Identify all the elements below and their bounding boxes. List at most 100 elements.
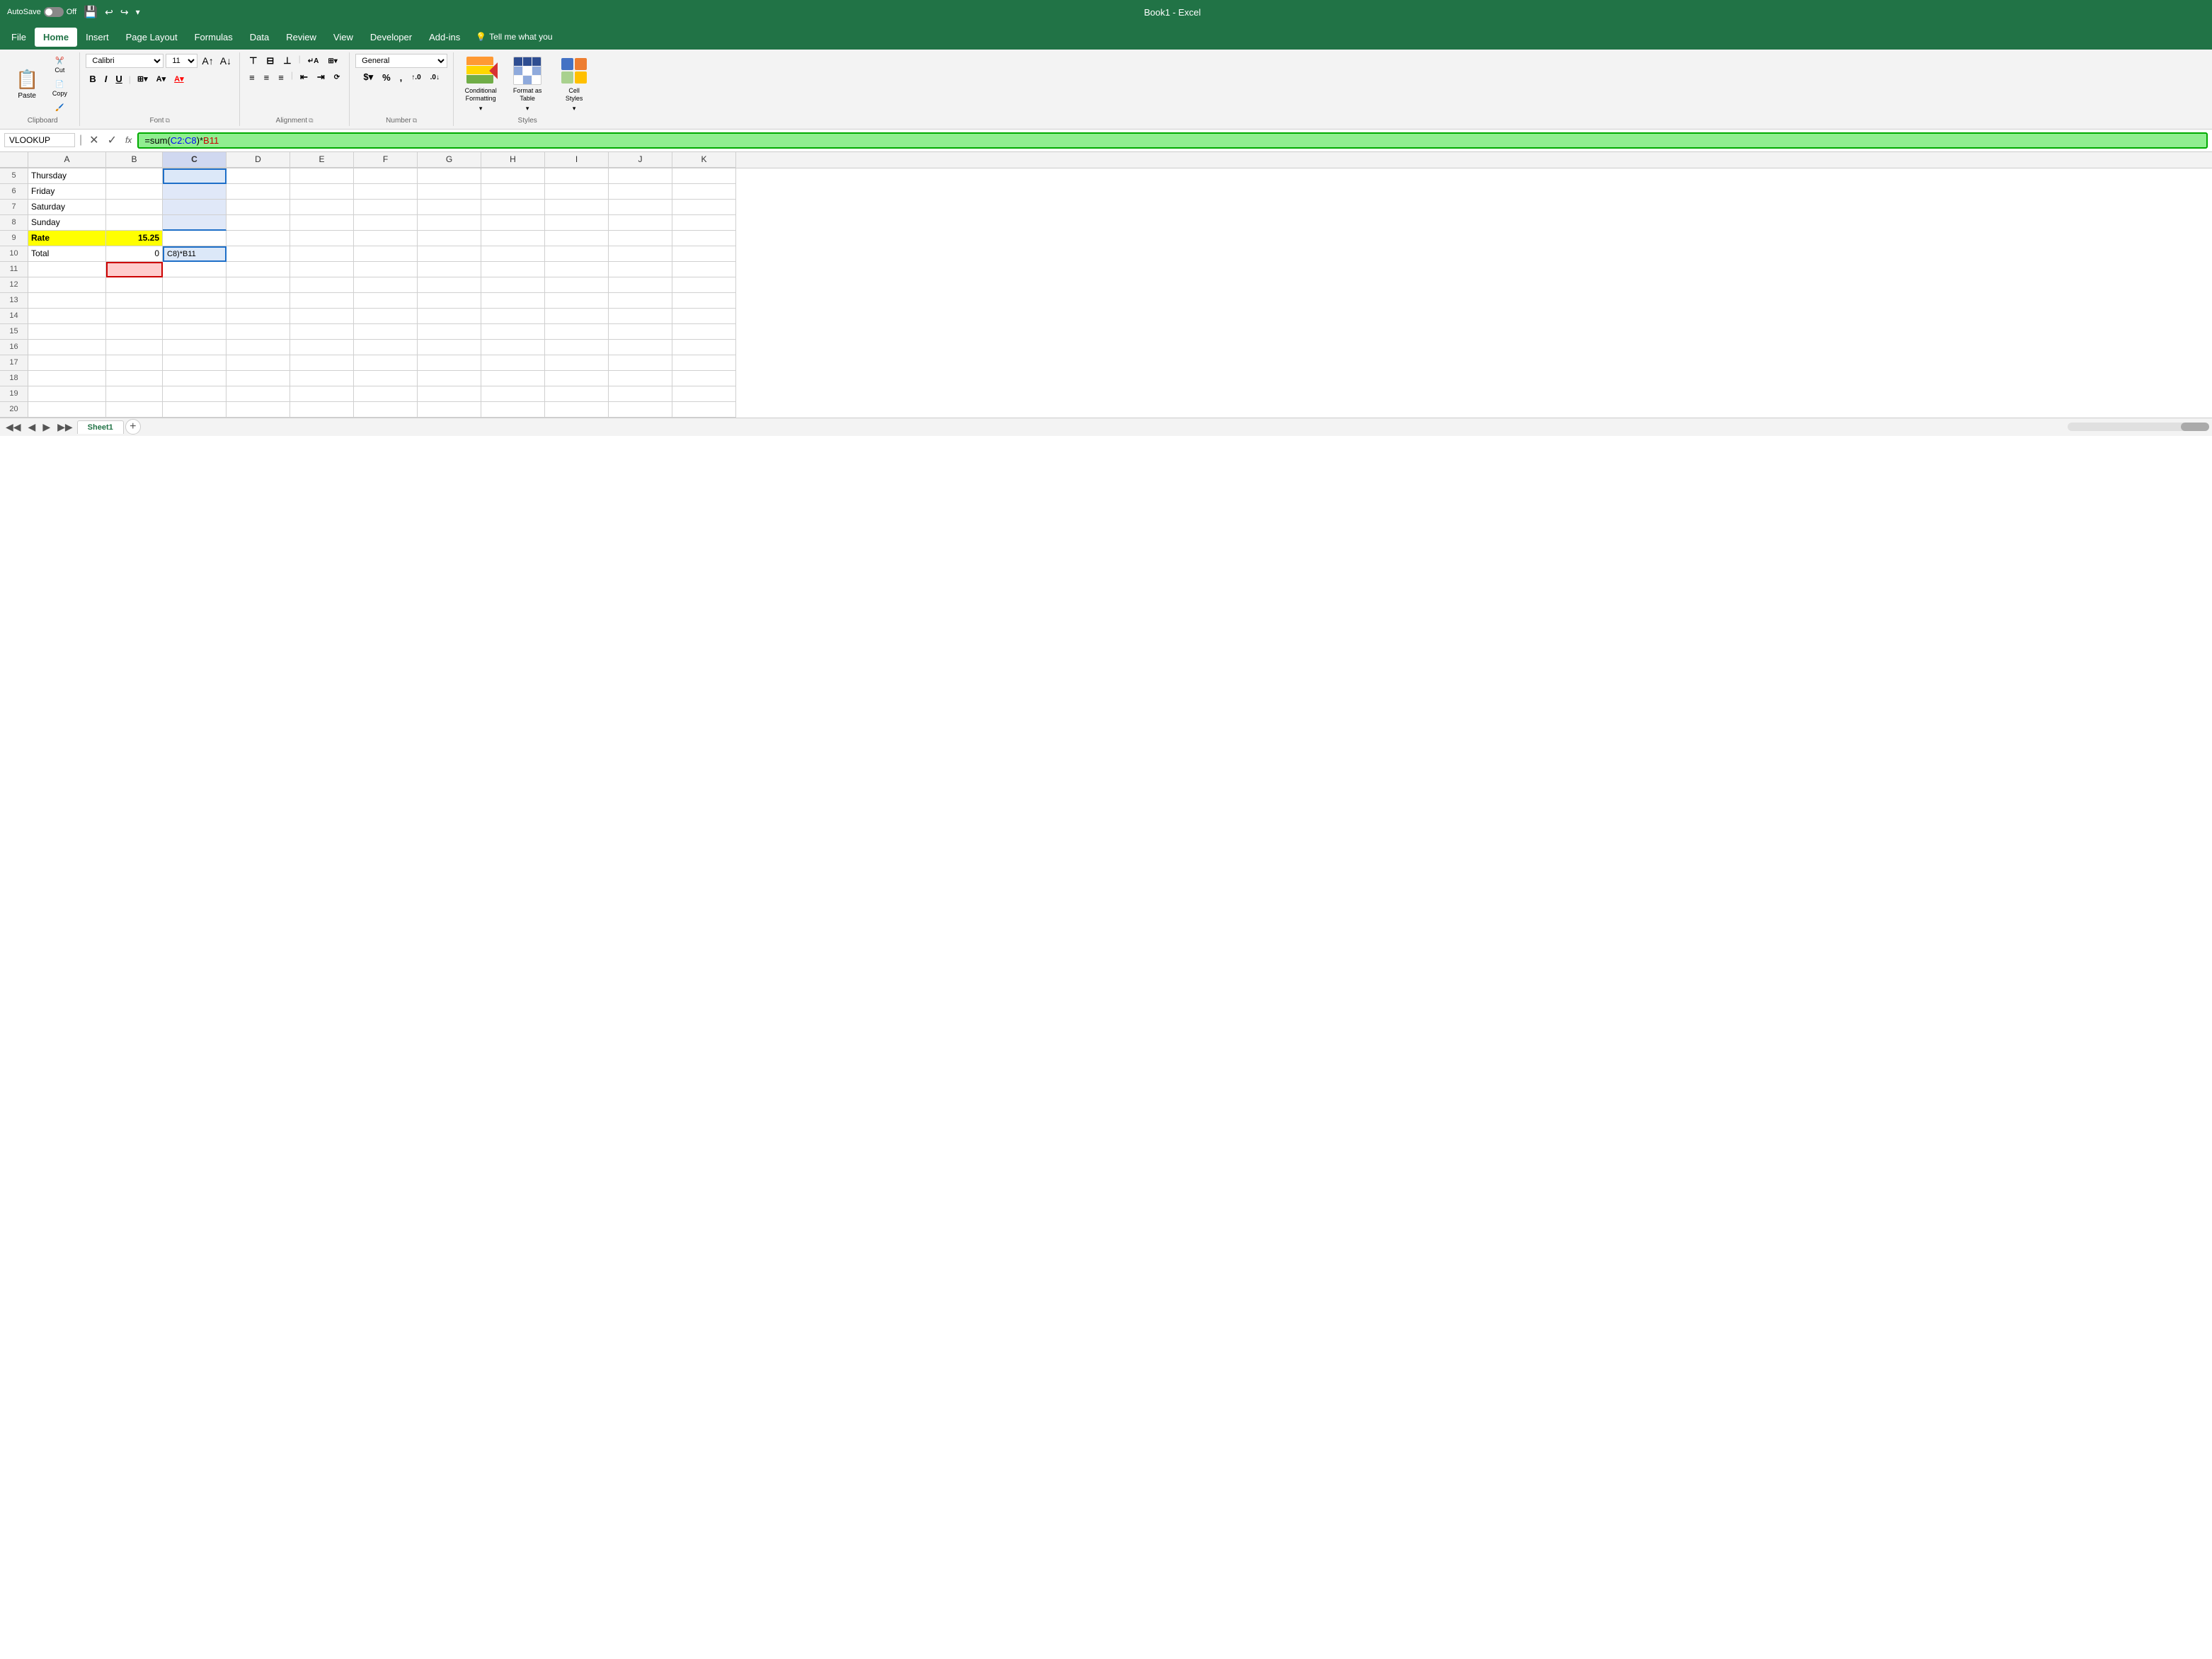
cell-g7[interactable] xyxy=(418,200,481,215)
cell-b11[interactable] xyxy=(106,262,163,277)
cell-h6[interactable] xyxy=(481,184,545,200)
row-num-16[interactable]: 16 xyxy=(0,340,28,355)
cell-i10[interactable] xyxy=(545,246,609,262)
cell-c11[interactable] xyxy=(163,262,227,277)
cell-k10[interactable] xyxy=(672,246,736,262)
cell-h9[interactable] xyxy=(481,231,545,246)
cell-g10[interactable] xyxy=(418,246,481,262)
col-header-d[interactable]: D xyxy=(227,152,290,168)
row-num-17[interactable]: 17 xyxy=(0,355,28,371)
cell-j10[interactable] xyxy=(609,246,672,262)
cell-d7[interactable] xyxy=(227,200,290,215)
row-num-10[interactable]: 10 xyxy=(0,246,28,262)
cell-styles-button[interactable]: CellStyles ▾ xyxy=(553,54,595,115)
cell-d10[interactable] xyxy=(227,246,290,262)
cell-e9[interactable] xyxy=(290,231,354,246)
cell-i8[interactable] xyxy=(545,215,609,231)
cell-f9[interactable] xyxy=(354,231,418,246)
row-num-6[interactable]: 6 xyxy=(0,184,28,200)
col-header-f[interactable]: F xyxy=(354,152,418,168)
cell-a9[interactable]: Rate xyxy=(28,231,106,246)
cell-g6[interactable] xyxy=(418,184,481,200)
merge-center-button[interactable]: ⊞▾ xyxy=(324,54,340,68)
cancel-button[interactable]: ✕ xyxy=(86,133,101,147)
row-num-9[interactable]: 9 xyxy=(0,231,28,246)
cell-a11[interactable] xyxy=(28,262,106,277)
row-num-19[interactable]: 19 xyxy=(0,386,28,402)
cell-k5[interactable] xyxy=(672,168,736,184)
number-format-select[interactable]: General xyxy=(355,54,447,68)
align-center-button[interactable]: ≡ xyxy=(260,70,273,84)
menu-formulas[interactable]: Formulas xyxy=(186,28,241,47)
font-size-select[interactable]: 11 xyxy=(166,54,197,68)
cell-b7[interactable] xyxy=(106,200,163,215)
cell-b9[interactable]: 15.25 xyxy=(106,231,163,246)
comma-button[interactable]: , xyxy=(396,70,406,84)
align-bottom-button[interactable]: ⊥ xyxy=(280,54,294,68)
row-num-5[interactable]: 5 xyxy=(0,168,28,184)
cell-b10[interactable]: 0 xyxy=(106,246,163,262)
cell-b8[interactable] xyxy=(106,215,163,231)
row-num-8[interactable]: 8 xyxy=(0,215,28,231)
customize-icon[interactable]: ▾ xyxy=(136,7,140,17)
cell-h8[interactable] xyxy=(481,215,545,231)
cell-g5[interactable] xyxy=(418,168,481,184)
cell-i7[interactable] xyxy=(545,200,609,215)
cell-d9[interactable] xyxy=(227,231,290,246)
col-header-h[interactable]: H xyxy=(481,152,545,168)
cell-h5[interactable] xyxy=(481,168,545,184)
cell-c7[interactable] xyxy=(163,200,227,215)
undo-icon[interactable]: ↩ xyxy=(105,6,113,18)
currency-button[interactable]: $▾ xyxy=(360,70,377,84)
sheet-nav-prev[interactable]: ◀ xyxy=(25,420,39,435)
cell-c10[interactable]: C8)*B11 xyxy=(163,246,227,262)
cell-f6[interactable] xyxy=(354,184,418,200)
border-button[interactable]: ⊞▾ xyxy=(134,73,151,85)
cell-e5[interactable] xyxy=(290,168,354,184)
col-header-c[interactable]: C xyxy=(163,152,227,168)
col-header-g[interactable]: G xyxy=(418,152,481,168)
sheet-nav-last[interactable]: ▶▶ xyxy=(55,420,76,435)
cell-i11[interactable] xyxy=(545,262,609,277)
autosave-control[interactable]: AutoSave Off xyxy=(7,7,76,17)
cell-styles-dropdown[interactable]: ▾ xyxy=(573,105,576,113)
cell-f11[interactable] xyxy=(354,262,418,277)
cell-i6[interactable] xyxy=(545,184,609,200)
cell-f5[interactable] xyxy=(354,168,418,184)
confirm-button[interactable]: ✓ xyxy=(105,133,120,147)
menu-page-layout[interactable]: Page Layout xyxy=(118,28,186,47)
cell-d11[interactable] xyxy=(227,262,290,277)
col-header-b[interactable]: B xyxy=(106,152,163,168)
align-right-button[interactable]: ≡ xyxy=(275,70,287,84)
cell-e7[interactable] xyxy=(290,200,354,215)
name-box[interactable] xyxy=(4,133,75,147)
font-grow-button[interactable]: A↑ xyxy=(200,54,215,67)
cell-b5[interactable] xyxy=(106,168,163,184)
decrease-decimal-button[interactable]: .0↓ xyxy=(427,70,443,84)
fill-color-button[interactable]: A▾ xyxy=(153,73,169,85)
menu-data[interactable]: Data xyxy=(241,28,277,47)
cell-g11[interactable] xyxy=(418,262,481,277)
menu-file[interactable]: File xyxy=(3,28,35,47)
sheet-tab-sheet1[interactable]: Sheet1 xyxy=(77,420,124,434)
cell-k7[interactable] xyxy=(672,200,736,215)
cell-j5[interactable] xyxy=(609,168,672,184)
cell-d6[interactable] xyxy=(227,184,290,200)
menu-insert[interactable]: Insert xyxy=(77,28,118,47)
cell-g8[interactable] xyxy=(418,215,481,231)
align-top-button[interactable]: ⊤ xyxy=(246,54,260,68)
cell-h11[interactable] xyxy=(481,262,545,277)
increase-decimal-button[interactable]: ↑.0 xyxy=(408,70,424,84)
conditional-formatting-button[interactable]: ConditionalFormatting ▾ xyxy=(459,54,502,115)
decrease-indent-button[interactable]: ⇤ xyxy=(297,70,311,84)
col-header-j[interactable]: J xyxy=(609,152,672,168)
cell-b6[interactable] xyxy=(106,184,163,200)
menu-addins[interactable]: Add-ins xyxy=(420,28,469,47)
cell-j8[interactable] xyxy=(609,215,672,231)
wrap-text-button[interactable]: ↵A xyxy=(304,54,323,68)
row-num-18[interactable]: 18 xyxy=(0,371,28,386)
font-color-button[interactable]: A▾ xyxy=(171,73,187,85)
cell-e11[interactable] xyxy=(290,262,354,277)
orientation-button[interactable]: ⟳ xyxy=(331,70,343,84)
cell-h7[interactable] xyxy=(481,200,545,215)
